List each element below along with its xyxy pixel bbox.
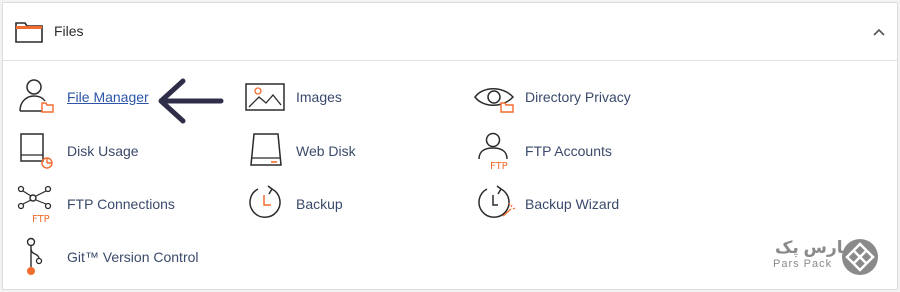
chevron-up-icon[interactable] <box>871 25 887 39</box>
backup-label: Backup <box>296 196 343 212</box>
disk-usage-link[interactable]: Disk Usage <box>15 131 139 171</box>
git-branch-icon <box>15 237 59 277</box>
file-manager-link[interactable]: File Manager <box>15 77 149 117</box>
file-manager-label[interactable]: File Manager <box>67 89 149 105</box>
disk-usage-label: Disk Usage <box>67 143 139 159</box>
logo-mark-icon <box>841 238 879 281</box>
svg-text:FTP: FTP <box>32 214 50 224</box>
backup-clock-icon <box>244 184 288 224</box>
panel-title: Files <box>54 23 84 39</box>
web-disk-link[interactable]: Web Disk <box>244 131 356 171</box>
backup-wizard-icon <box>473 184 517 224</box>
svg-text:FTP: FTP <box>490 161 508 171</box>
backup-wizard-link[interactable]: Backup Wizard <box>473 184 619 224</box>
web-disk-label: Web Disk <box>296 143 356 159</box>
directory-privacy-label: Directory Privacy <box>525 89 631 105</box>
image-icon <box>244 77 288 117</box>
ftp-connections-link[interactable]: FTP FTP Connections <box>15 184 175 224</box>
git-version-control-label: Git™ Version Control <box>67 249 199 265</box>
pars-pack-logo: پارس پک Pars Pack <box>771 238 883 278</box>
directory-privacy-link[interactable]: Directory Privacy <box>473 77 631 117</box>
eye-folder-icon <box>473 77 517 117</box>
folder-icon <box>15 20 43 44</box>
disk-usage-icon <box>15 131 59 171</box>
git-version-control-link[interactable]: Git™ Version Control <box>15 237 199 277</box>
logo-text-fa: پارس پک <box>775 238 850 257</box>
backup-link[interactable]: Backup <box>244 184 343 224</box>
ftp-connections-label: FTP Connections <box>67 196 175 212</box>
images-link[interactable]: Images <box>244 77 342 117</box>
images-label: Images <box>296 89 342 105</box>
logo-text-en: Pars Pack <box>773 258 833 270</box>
panel-header[interactable]: Files <box>3 3 897 61</box>
arrow-left-icon <box>155 75 225 132</box>
ftp-network-icon: FTP <box>15 184 59 224</box>
ftp-user-icon: FTP <box>473 131 517 171</box>
ftp-accounts-label: FTP Accounts <box>525 143 612 159</box>
file-manager-icon <box>15 77 59 117</box>
files-panel: Files File Manager Images Directory Priv… <box>2 2 898 290</box>
disk-icon <box>244 131 288 171</box>
ftp-accounts-link[interactable]: FTP FTP Accounts <box>473 131 612 171</box>
backup-wizard-label: Backup Wizard <box>525 196 620 212</box>
